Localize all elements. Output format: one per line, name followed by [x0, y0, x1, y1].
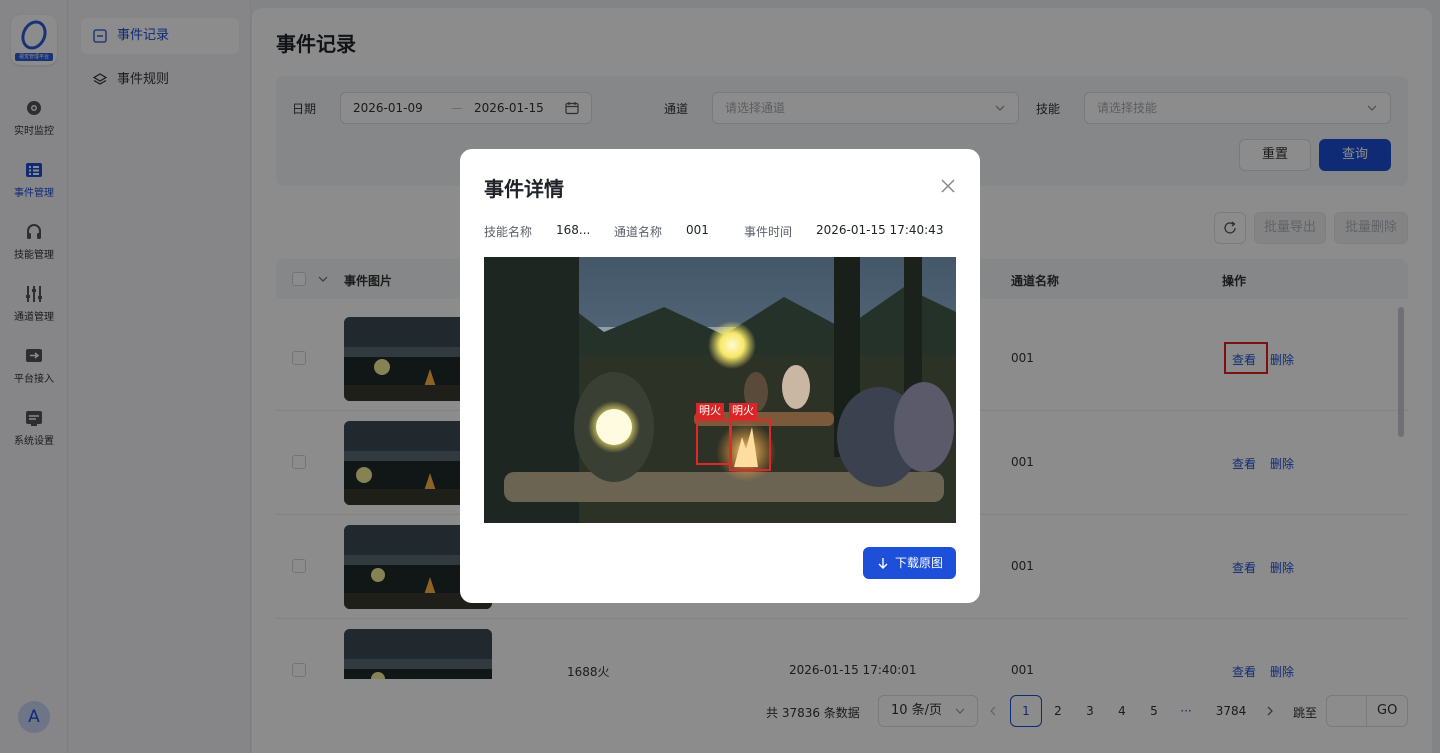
skill-name-value: 168... [556, 223, 591, 237]
detection-box [729, 419, 771, 471]
modal-title: 事件详情 [484, 177, 564, 201]
close-icon[interactable] [938, 176, 958, 196]
channel-name-value: 001 [686, 223, 709, 237]
channel-name-key: 通道名称 [614, 225, 663, 239]
detection-box [696, 419, 732, 465]
skill-name-key: 技能名称 [484, 225, 533, 239]
download-original-button[interactable]: 下载原图 [863, 547, 956, 579]
event-detail-modal: 事件详情 技能名称 168... 通道名称 001 事件时间 2026-01-1… [460, 149, 980, 603]
event-time-key: 事件时间 [744, 225, 793, 239]
campfire-scene [484, 257, 956, 523]
event-image: 明火 明火 [484, 257, 956, 523]
detection-label: 明火 [696, 403, 724, 419]
download-label: 下载原图 [895, 556, 944, 570]
event-time-value: 2026-01-15 17:40:43 [816, 223, 944, 237]
detection-label: 明火 [729, 403, 757, 419]
arrow-down-icon [878, 558, 888, 569]
